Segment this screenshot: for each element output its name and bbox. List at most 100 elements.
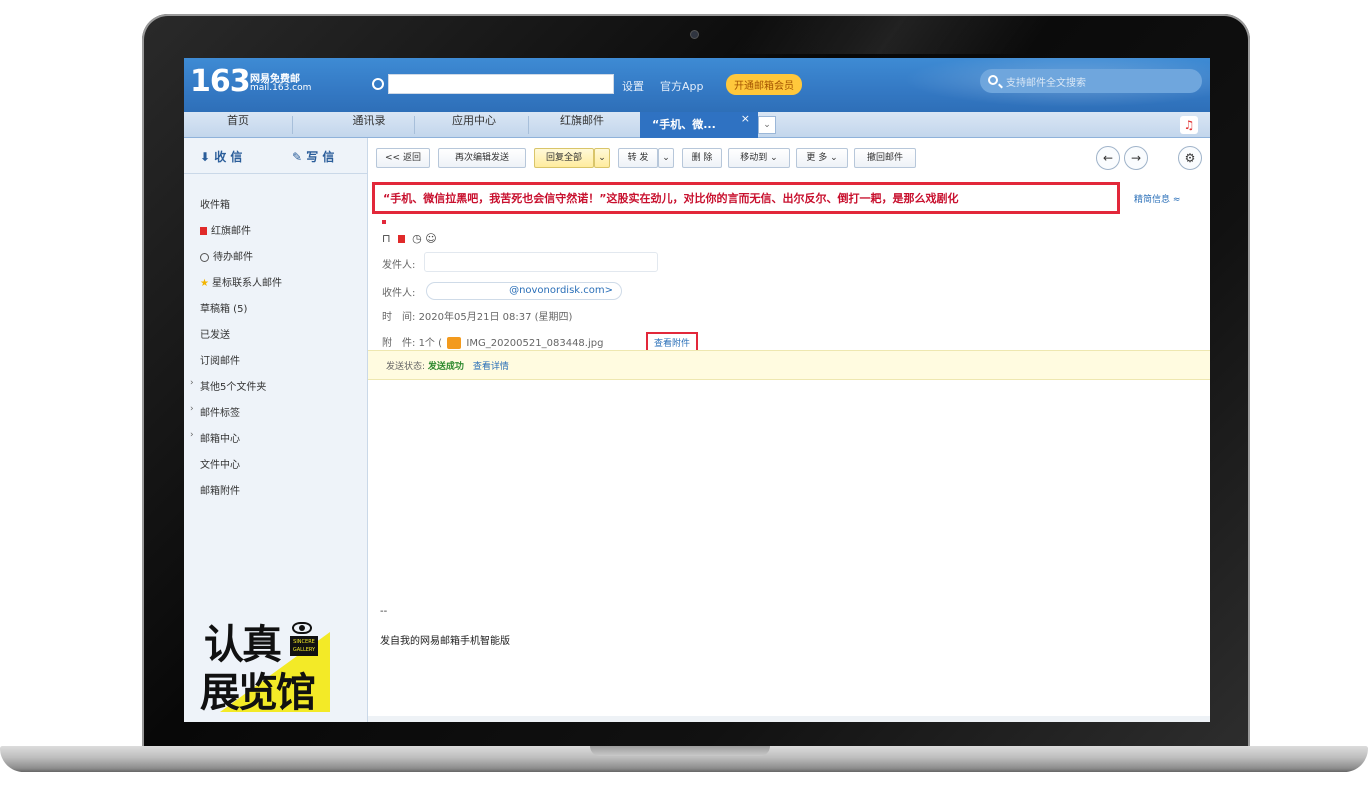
sidebar-item-attachments[interactable]: 邮箱附件 [200, 482, 240, 497]
sidebar: ⬇ 收 信 ✎ 写 信 收件箱 红旗邮件 待办邮件 ★ 星标联系人邮件 草稿箱 (… [184, 138, 368, 722]
compose-icon: ✎ [292, 150, 303, 164]
sidebar-header: ⬇ 收 信 ✎ 写 信 [184, 138, 368, 174]
sidebar-item-todo[interactable]: 待办邮件 [200, 248, 253, 263]
chevron-right-icon[interactable]: › [190, 430, 194, 440]
send-status-bar: 发送状态: 发送成功 查看详情 [368, 350, 1210, 380]
next-arrow-icon[interactable]: → [1124, 146, 1148, 170]
inbox-tray-icon: ⬇ [200, 150, 211, 164]
settings-link[interactable]: 设置 [622, 78, 644, 94]
reply-all-button[interactable]: 回复全部 [534, 148, 594, 168]
webcam [690, 30, 699, 39]
chevron-right-icon[interactable]: › [190, 378, 194, 388]
clock-icon[interactable]: ◷ [412, 232, 422, 245]
sender-label: 发件人: [382, 260, 416, 271]
tab-bar: 首页 通讯录 应用中心 红旗邮件 “手机、微... × ⌄ ♫ [184, 112, 1210, 138]
sidebar-item-file-center[interactable]: 文件中心 [200, 456, 240, 471]
recipient-label: 收件人: [382, 288, 416, 299]
logo-line-2: 展览馆 [200, 670, 316, 716]
time-value: 2020年05月21日 08:37 (星期四) [418, 312, 573, 323]
sidebar-item-star-contacts[interactable]: ★ 星标联系人邮件 [200, 274, 282, 289]
email-view: << 返回 再次编辑发送 回复全部 ⌄ 转 发 ⌄ 删 除 移动到 ⌄ 更 多 … [368, 138, 1210, 722]
reply-dropdown-chevron-icon[interactable]: ⌄ [594, 148, 610, 168]
user-icon[interactable] [372, 78, 384, 90]
music-icon[interactable]: ♫ [1180, 116, 1198, 134]
sidebar-item-other-folders[interactable]: 其他5个文件夹 [200, 378, 266, 393]
email-toolbar: << 返回 再次编辑发送 回复全部 ⌄ 转 发 ⌄ 删 除 移动到 ⌄ 更 多 … [368, 138, 1210, 174]
chevron-right-icon[interactable]: › [190, 404, 194, 414]
receive-label: 收 信 [214, 150, 243, 164]
search-input[interactable]: 支持邮件全文搜索 [980, 69, 1202, 93]
star-icon: ★ [200, 278, 209, 289]
logo-163[interactable]: 163 [190, 64, 251, 99]
back-button[interactable]: << 返回 [376, 148, 430, 168]
attach-label: 附 件: [382, 338, 416, 349]
account-name-box[interactable] [388, 74, 614, 94]
sidebar-item-tags[interactable]: 邮件标签 [200, 404, 240, 419]
sidebar-item-mail-center[interactable]: 邮箱中心 [200, 430, 240, 445]
tab-contacts[interactable]: 通讯录 [324, 112, 414, 138]
clock-icon [200, 252, 209, 262]
official-app-link[interactable]: 官方App [660, 78, 704, 94]
sidebar-item-label: 红旗邮件 [211, 226, 251, 237]
sidebar-item-subscriptions[interactable]: 订阅邮件 [200, 352, 240, 367]
logo-badge: SINCERE GALLERY [290, 636, 318, 656]
emoji-icon[interactable]: ☺ [425, 232, 436, 245]
status-value: 发送成功 [427, 362, 464, 372]
bookmark-icon[interactable]: ⊓ [382, 232, 391, 245]
compose-button[interactable]: ✎ 写 信 [292, 148, 334, 165]
recipient-value[interactable]: @novonordisk.com> [426, 282, 622, 300]
resend-button[interactable]: 再次编辑发送 [438, 148, 526, 168]
tab-divider [414, 116, 415, 134]
email-action-icons: ⊓ ◷ ☺ [382, 232, 437, 245]
signature-text: 发自我的网易邮箱手机智能版 [380, 636, 510, 647]
eye-icon [292, 622, 312, 634]
simplify-info-link[interactable]: 精简信息 ≈ [1134, 192, 1180, 205]
red-flag-icon [200, 227, 207, 235]
tab-divider [528, 116, 529, 134]
sidebar-item-inbox[interactable]: 收件箱 [200, 196, 230, 211]
tab-flagged-mail[interactable]: 红旗邮件 [532, 112, 632, 138]
forward-dropdown-chevron-icon[interactable]: ⌄ [658, 148, 674, 168]
close-icon[interactable]: × [741, 112, 750, 125]
time-row: 时 间: 2020年05月21日 08:37 (星期四) [382, 308, 572, 323]
attach-filename[interactable]: IMG_20200521_083448.jpg [466, 338, 603, 349]
receive-button[interactable]: ⬇ 收 信 [200, 148, 242, 165]
gallery-logo: 认真 展览馆 SINCERE GALLERY [200, 612, 340, 722]
tab-app-center[interactable]: 应用中心 [424, 112, 524, 138]
top-bar: 163 网易免费邮 mail.163.com 设置 官方App 开通邮箱会员 支… [184, 58, 1210, 112]
sidebar-item-drafts[interactable]: 草稿箱 (5) [200, 300, 247, 315]
move-to-label: 移动到 [740, 153, 768, 163]
laptop-notch [590, 746, 770, 756]
lid-reflection [727, 14, 1057, 54]
tab-home[interactable]: 首页 [184, 112, 292, 138]
move-to-button[interactable]: 移动到 ⌄ [728, 148, 790, 168]
attachment-row: 附 件: 1个 ( IMG_20200521_083448.jpg [382, 334, 603, 349]
sidebar-item-label: 星标联系人邮件 [211, 278, 282, 289]
sidebar-item-sent[interactable]: 已发送 [200, 326, 230, 341]
tab-current-email[interactable]: “手机、微... × [640, 112, 758, 138]
tab-divider [292, 116, 293, 134]
compose-label: 写 信 [306, 150, 335, 164]
chevron-down-icon[interactable]: ⌄ [758, 116, 776, 134]
forward-button[interactable]: 转 发 [618, 148, 658, 168]
image-icon [447, 337, 462, 349]
sidebar-item-label: 待办邮件 [213, 252, 253, 263]
search-icon [988, 75, 998, 85]
vip-button[interactable]: 开通邮箱会员 [726, 74, 802, 95]
marker-dot [382, 220, 386, 224]
status-label: 发送状态: [386, 362, 426, 372]
recall-button[interactable]: 撤回邮件 [854, 148, 916, 168]
sender-value[interactable] [424, 252, 658, 272]
view-details-link[interactable]: 查看详情 [473, 362, 509, 372]
logo-domain: mail.163.com [250, 83, 312, 93]
more-button[interactable]: 更 多 ⌄ [796, 148, 848, 168]
search-placeholder: 支持邮件全文搜索 [1006, 78, 1086, 89]
signature-separator: -- [380, 606, 388, 617]
sidebar-item-flagged[interactable]: 红旗邮件 [200, 222, 251, 237]
red-flag-icon[interactable] [397, 235, 405, 243]
gear-icon[interactable]: ⚙ [1178, 146, 1202, 170]
prev-arrow-icon[interactable]: ← [1096, 146, 1120, 170]
delete-button[interactable]: 删 除 [682, 148, 722, 168]
more-label: 更 多 [806, 153, 828, 163]
bottom-bar [368, 716, 1210, 722]
